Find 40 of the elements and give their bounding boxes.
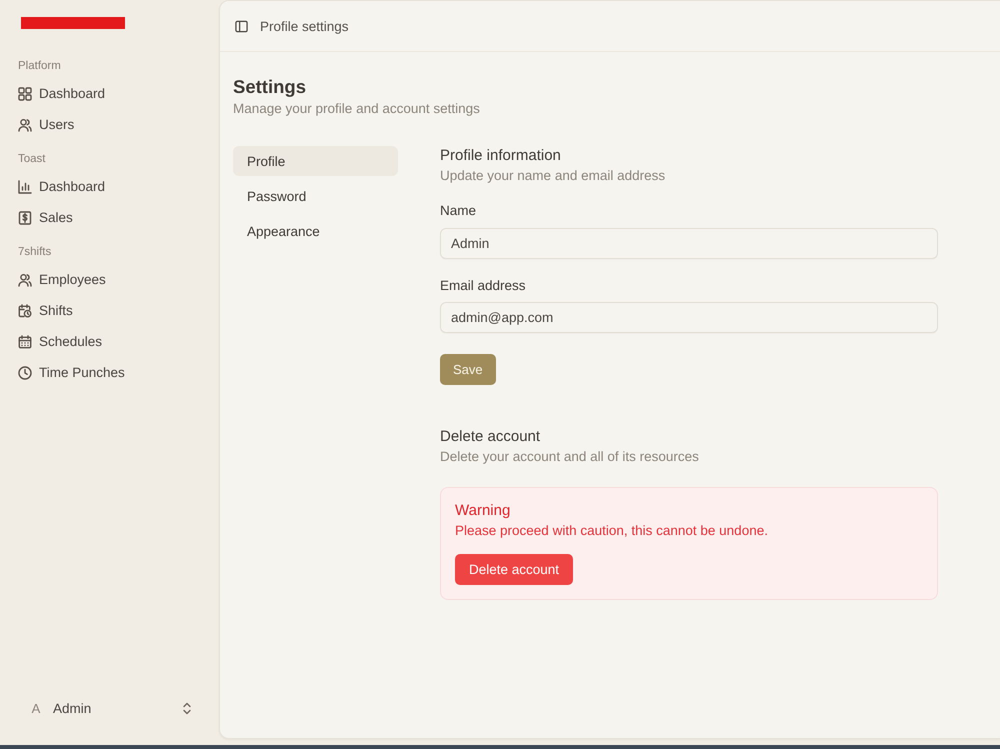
warning-title: Warning (455, 501, 510, 521)
sidebar-group-label: Platform (17, 59, 62, 74)
section-title: Delete account (440, 427, 540, 447)
sidebar-item[interactable]: Sales (8, 202, 209, 233)
sidebar-group-label: 7shifts (17, 245, 52, 260)
users-icon (18, 272, 32, 286)
field-label: Name (440, 202, 478, 220)
user-menu-button[interactable]: A Admin (20, 690, 197, 726)
settings-tab[interactable]: Profile (233, 146, 398, 176)
section-subtitle: Update your name and email address (440, 167, 666, 185)
page-breadcrumb: Profile settings (260, 18, 349, 34)
sidebar-item[interactable]: Shifts (8, 295, 209, 326)
grid-icon (18, 86, 32, 100)
page-subtitle: Manage your profile and account settings (233, 100, 481, 118)
field-label: Email address (440, 277, 527, 295)
user-avatar: A (30, 700, 42, 716)
sidebar-group-label: Toast (17, 152, 46, 167)
calendar-clock-icon (18, 304, 32, 318)
page-title: Settings (233, 76, 307, 97)
clock-icon (18, 366, 32, 380)
settings-tab[interactable]: Password (233, 181, 398, 211)
sidebar-item[interactable]: Schedules (8, 326, 209, 357)
section-title: Profile information (440, 146, 561, 166)
dollar-receipt-icon (18, 210, 32, 224)
warning-message: Please proceed with caution, this cannot be undone. (455, 522, 768, 540)
input-field[interactable]: Admin (440, 228, 938, 259)
bar-chart-icon (18, 180, 32, 194)
sidebar-toggle-icon[interactable] (235, 20, 248, 32)
users-icon (18, 118, 32, 132)
section-subtitle: Delete your account and all of its resources (440, 448, 699, 466)
sidebar-item[interactable]: Users (8, 109, 209, 140)
sidebar-item[interactable]: Dashboard (8, 171, 209, 202)
delete-account-button[interactable]: Delete account (455, 554, 574, 585)
input-field[interactable]: admin@app.com (440, 302, 938, 333)
sidebar-item[interactable]: Dashboard (8, 78, 209, 109)
chevrons-up-down-icon (183, 702, 191, 714)
calendar-icon (18, 334, 32, 348)
settings-tab[interactable]: Appearance (233, 216, 398, 246)
sidebar-item[interactable]: Time Punches (8, 357, 209, 388)
sidebar-item[interactable]: Employees (8, 264, 209, 295)
